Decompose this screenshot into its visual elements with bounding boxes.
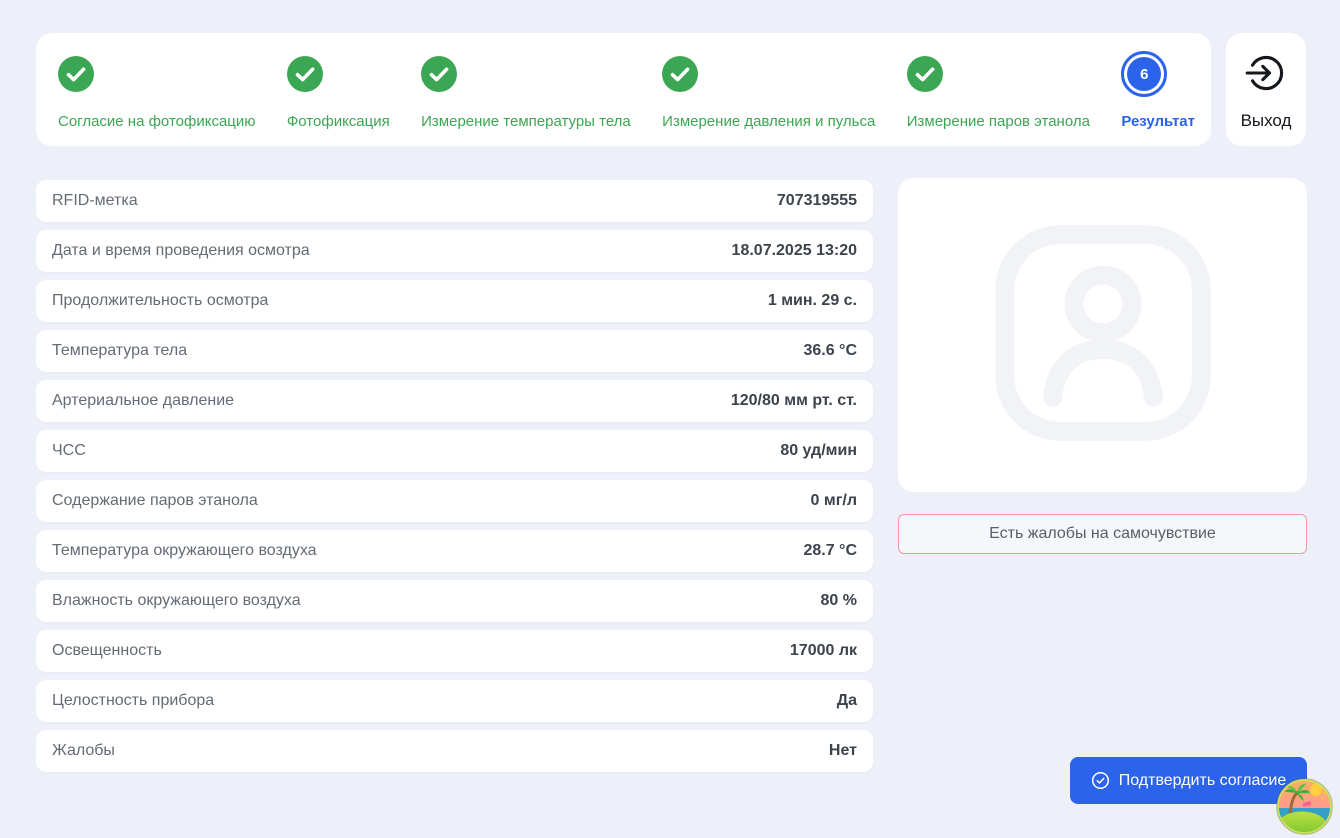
complaints-button[interactable]: Есть жалобы на самочувствие — [898, 514, 1307, 554]
user-photo-placeholder-icon — [977, 207, 1229, 464]
table-row: Артериальное давление 120/80 мм рт. ст. — [36, 380, 873, 422]
step-label: Согласие на фотофиксацию — [58, 113, 256, 130]
complaints-button-label: Есть жалобы на самочувствие — [989, 525, 1216, 542]
table-row: Температура окружающего воздуха 28.7 °C — [36, 530, 873, 572]
step-label: Измерение давления и пульса — [662, 113, 876, 130]
step-label: Результат — [1121, 113, 1195, 130]
table-row: Влажность окружающего воздуха 80 % — [36, 580, 873, 622]
table-row: Содержание паров этанола 0 мг/л — [36, 480, 873, 522]
stepper-step-result-active: 6 Результат — [1121, 50, 1195, 146]
result-row-label: Влажность окружающего воздуха — [52, 592, 301, 609]
step-label: Измерение температуры тела — [421, 113, 631, 130]
step-label: Измерение паров этанола — [906, 113, 1090, 130]
result-row-value: Нет — [828, 742, 857, 759]
stepper-step-consent: Согласие на фотофиксацию — [58, 50, 256, 146]
table-row: Жалобы Нет — [36, 730, 873, 772]
exit-button[interactable]: Выход — [1226, 33, 1306, 146]
tropical-island-icon[interactable] — [1276, 778, 1333, 835]
result-row-value: 120/80 мм рт. ст. — [730, 392, 857, 409]
active-step-number: 6 — [1127, 57, 1162, 91]
exit-label: Выход — [1240, 111, 1292, 130]
result-row-label: Температура окружающего воздуха — [52, 542, 317, 559]
stepper-step-pressure: Измерение давления и пульса — [662, 50, 875, 146]
check-circle-icon — [662, 56, 699, 92]
result-row-value: 80 % — [820, 592, 857, 609]
check-circle-icon — [421, 56, 458, 92]
result-row-value: Да — [836, 692, 857, 709]
table-row: Освещенность 17000 лк — [36, 630, 873, 672]
active-step-circle: 6 — [1121, 51, 1168, 97]
table-row: Целостность прибора Да — [36, 680, 873, 722]
photo-card — [898, 178, 1307, 492]
check-circle-outline-icon — [1091, 771, 1110, 790]
result-row-label: Целостность прибора — [52, 692, 215, 709]
check-circle-icon — [906, 56, 943, 92]
stepper-step-temperature: Измерение температуры тела — [421, 50, 631, 146]
result-row-value: 18.07.2025 13:20 — [731, 242, 857, 259]
table-row: Дата и время проведения осмотра 18.07.20… — [36, 230, 873, 272]
result-row-value: 0 мг/л — [810, 492, 857, 509]
result-row-value: 707319555 — [776, 192, 857, 209]
result-row-value: 36.6 °C — [803, 342, 857, 359]
check-circle-icon — [58, 56, 94, 92]
result-row-value: 1 мин. 29 с. — [767, 292, 857, 309]
logout-icon — [1244, 51, 1288, 100]
result-row-value: 80 уд/мин — [780, 442, 857, 459]
result-row-label: Освещенность — [52, 642, 162, 659]
confirm-consent-button[interactable]: Подтвердить согласие — [1070, 757, 1307, 804]
check-circle-icon — [286, 56, 323, 92]
result-row-label: RFID-метка — [52, 192, 138, 209]
stepper-step-photo: Фотофиксация — [286, 50, 390, 146]
result-row-label: Жалобы — [52, 742, 115, 759]
result-row-label: Содержание паров этанола — [52, 492, 258, 509]
step-label: Фотофиксация — [286, 113, 390, 130]
result-row-label: Продолжительность осмотра — [52, 292, 269, 309]
confirm-button-label: Подтвердить согласие — [1118, 771, 1287, 789]
result-row-label: Дата и время проведения осмотра — [52, 242, 310, 259]
result-row-label: Артериальное давление — [52, 392, 235, 409]
table-row: RFID-метка 707319555 — [36, 180, 873, 222]
result-row-value: 17000 лк — [789, 642, 857, 659]
result-row-label: ЧСС — [52, 442, 86, 459]
stepper-step-ethanol: Измерение паров этанола — [906, 50, 1090, 146]
results-table: RFID-метка 707319555 Дата и время провед… — [36, 180, 873, 780]
table-row: Продолжительность осмотра 1 мин. 29 с. — [36, 280, 873, 322]
result-row-value: 28.7 °C — [803, 542, 857, 559]
stepper-card: Согласие на фотофиксацию Фотофиксация Из… — [36, 33, 1211, 146]
table-row: Температура тела 36.6 °C — [36, 330, 873, 372]
table-row: ЧСС 80 уд/мин — [36, 430, 873, 472]
result-row-label: Температура тела — [52, 342, 188, 359]
